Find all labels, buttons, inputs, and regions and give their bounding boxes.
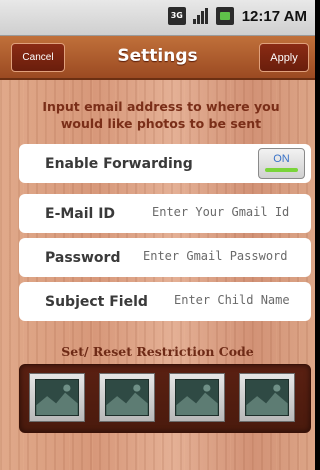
subject-field[interactable] [174,293,306,307]
subject-label: Subject Field [45,293,148,310]
battery-icon [215,7,234,25]
code-slot-1[interactable] [29,373,85,422]
password-field[interactable] [143,249,307,263]
signal-icon [192,7,210,25]
forwarding-label: Enable Forwarding [45,155,193,172]
status-time: 12:17 AM [241,7,307,25]
password-label: Password [45,249,121,266]
network-3g-icon [167,7,186,25]
settings-content: Input email address to where you would l… [0,80,315,470]
code-slot-3[interactable] [169,373,225,422]
restriction-code-panel [19,364,311,433]
image-placeholder-icon [245,379,289,416]
code-slot-4[interactable] [239,373,295,422]
forwarding-toggle[interactable]: ON [258,148,305,179]
subject-row: Subject Field [19,282,311,321]
image-placeholder-icon [35,379,79,416]
image-placeholder-icon [105,379,149,416]
title-bar: Cancel Settings Apply [0,36,315,80]
email-label: E-Mail ID [45,205,116,222]
code-slot-2[interactable] [99,373,155,422]
status-icons: 12:17 AM [167,7,307,25]
image-placeholder-icon [175,379,219,416]
email-row: E-Mail ID [19,194,311,233]
restriction-code-title: Set/ Reset Restriction Code [61,344,254,359]
toggle-indicator [265,168,298,172]
forwarding-row: Enable Forwarding ON [19,144,311,183]
password-row: Password [19,238,311,277]
apply-button[interactable]: Apply [259,43,309,72]
email-field[interactable] [152,205,304,219]
intro-text: Input email address to where you would l… [42,99,280,131]
status-bar: 12:17 AM [0,0,315,36]
toggle-state-label: ON [273,153,290,165]
